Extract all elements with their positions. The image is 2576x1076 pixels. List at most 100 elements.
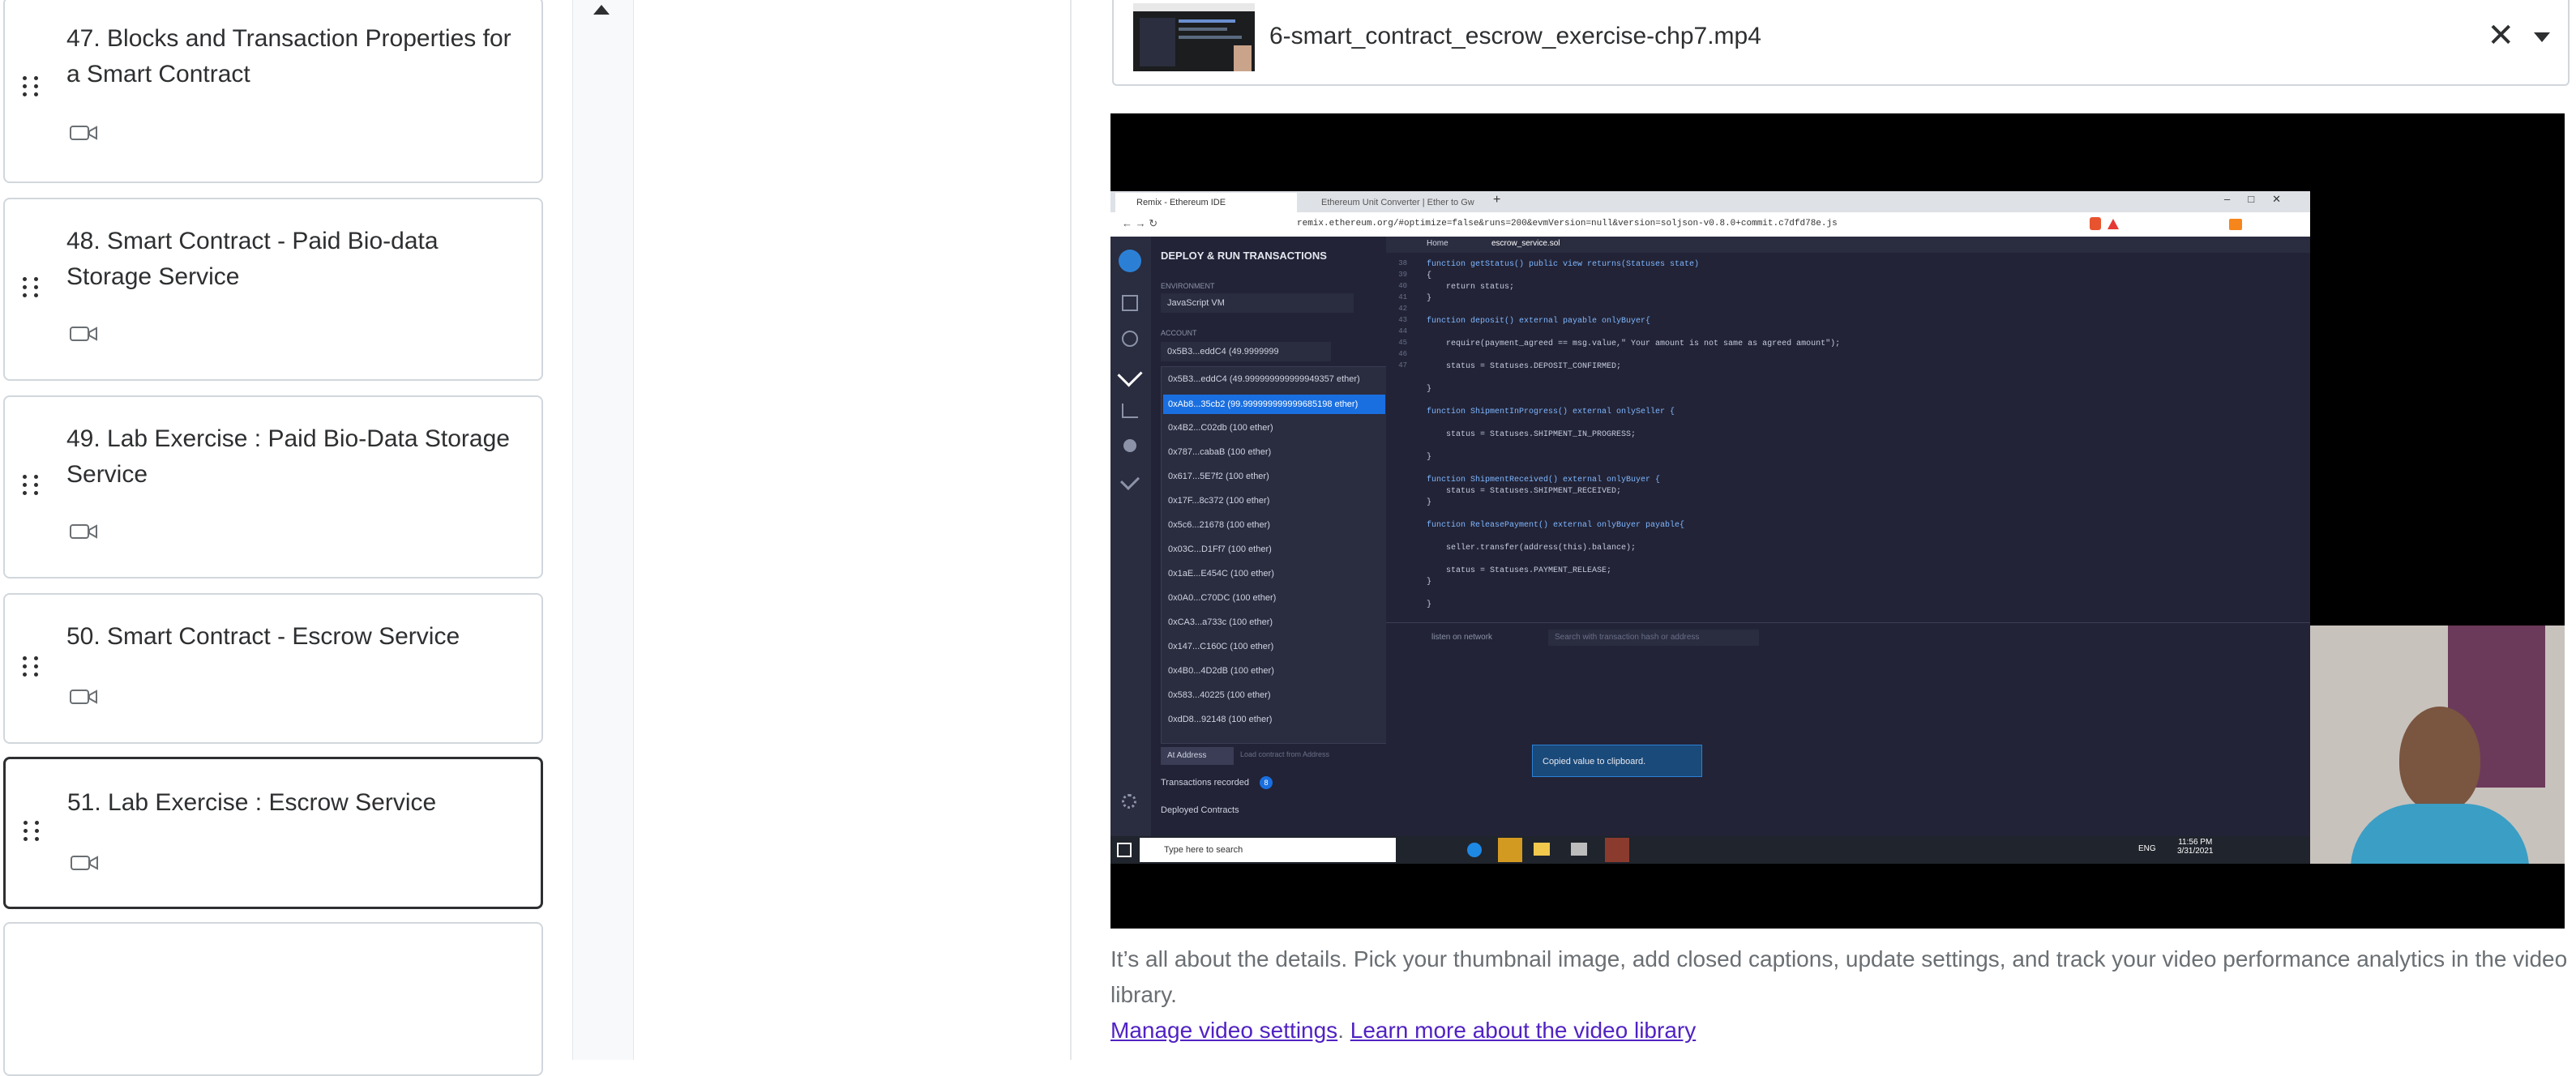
drag-handle-icon[interactable]	[24, 821, 41, 845]
lesson-card-48[interactable]: 48. Smart Contract - Paid Bio-data Storag…	[3, 198, 543, 381]
account-option[interactable]: 0x5c6...21678 (100 ether)	[1162, 516, 1270, 534]
file-explorer-icon[interactable]	[1534, 843, 1550, 856]
account-option[interactable]: 0x787...cabaB (100 ether)	[1162, 443, 1271, 461]
scroll-gutter[interactable]	[572, 0, 634, 1060]
lesson-title: 48. Smart Contract - Paid Bio-data Storag…	[66, 228, 439, 290]
brave-browser-icon[interactable]	[1605, 838, 1629, 862]
test-icon[interactable]	[1119, 470, 1140, 491]
browser-url: remix.ethereum.org/#optimize=false&runs=…	[1297, 219, 1838, 228]
browser-tab-bar: Remix - Ethereum IDE Ethereum Unit Conve…	[1110, 191, 2310, 212]
video-help-text: It’s all about the details. Pick your th…	[1110, 942, 2570, 1048]
line-gutter: 38 39 40 41 42 43 44 45 46 47	[1386, 253, 1410, 622]
line-number: 40	[1398, 282, 1407, 290]
scroll-up-icon[interactable]	[593, 5, 610, 15]
account-option[interactable]: 0x5B3...eddC4 (49.999999999999949357 eth…	[1162, 370, 1393, 388]
editor-tab-bar: Home escrow_service.sol	[1386, 237, 2310, 253]
drag-handle-icon[interactable]	[23, 76, 41, 100]
lesson-card-51[interactable]: 51. Lab Exercise : Escrow Service	[3, 757, 543, 909]
file-explorer-icon[interactable]	[1122, 295, 1138, 311]
at-address-button[interactable]: At Address	[1161, 747, 1234, 765]
account-option[interactable]: 0x583...40225 (100 ether)	[1162, 686, 1271, 704]
video-icon	[70, 524, 97, 539]
editor-home-tab[interactable]: Home	[1427, 239, 1448, 248]
line-number: 41	[1398, 293, 1407, 301]
code-line: }	[1427, 578, 1432, 587]
new-tab-icon: +	[1493, 193, 1501, 207]
account-option[interactable]: 0x4B2...C02db (100 ether)	[1162, 419, 1273, 437]
terminal-search-input[interactable]: Search with transaction hash or address	[1548, 630, 1759, 646]
line-number: 44	[1398, 327, 1407, 335]
line-number: 42	[1398, 305, 1407, 313]
account-option[interactable]: 0xdD8...92148 (100 ether)	[1162, 711, 1272, 728]
video-player[interactable]: Remix - Ethereum IDE Ethereum Unit Conve…	[1110, 113, 2565, 929]
code-line: status = Statuses.SHIPMENT_IN_PROGRESS;	[1427, 430, 1637, 439]
close-icon[interactable]: ✕	[2487, 19, 2514, 52]
account-option[interactable]: 0xCA3...a733c (100 ether)	[1162, 613, 1273, 631]
code-lines: function getStatus() public view returns…	[1427, 259, 2302, 611]
video-icon	[70, 690, 97, 704]
main-content: 6-smart_contract_escrow_exercise-chp7.mp…	[1072, 0, 2576, 1060]
metamask-icon	[2229, 219, 2242, 230]
video-icon	[71, 856, 98, 870]
app-icon[interactable]	[1571, 843, 1587, 856]
code-editor[interactable]: function getStatus() public view returns…	[1386, 253, 2310, 622]
manage-video-settings-link[interactable]: Manage video settings	[1110, 1018, 1337, 1043]
account-option[interactable]: 0x147...C160C (100 ether)	[1162, 638, 1273, 655]
code-line: return status;	[1427, 283, 1515, 292]
window-controls-icon: –□✕	[2224, 193, 2299, 205]
help-links: Manage video settings. Learn more about …	[1110, 1013, 2570, 1048]
windows-start-icon[interactable]	[1117, 843, 1132, 857]
video-thumbnail[interactable]	[1133, 3, 1255, 71]
line-number: 43	[1398, 316, 1407, 324]
account-option[interactable]: 0x1aE...E454C (100 ether)	[1162, 565, 1274, 583]
code-line: {	[1427, 271, 1432, 280]
account-option[interactable]: 0x03C...D1Ff7 (100 ether)	[1162, 540, 1272, 558]
video-icon	[70, 327, 97, 341]
brave-shield-icon	[2090, 217, 2101, 230]
line-number: 45	[1398, 339, 1407, 347]
drag-handle-icon[interactable]	[23, 277, 41, 301]
compiler-icon[interactable]	[1122, 331, 1138, 347]
lesson-card-49[interactable]: 49. Lab Exercise : Paid Bio-Data Storage…	[3, 395, 543, 579]
settings-gear-icon[interactable]	[1122, 794, 1136, 809]
code-line: status = Statuses.SHIPMENT_RECEIVED;	[1427, 487, 1622, 496]
transactions-count-badge: 8	[1260, 776, 1273, 789]
code-line: function ShipmentInProgress() external o…	[1427, 408, 1675, 416]
debugger-icon[interactable]	[1123, 439, 1136, 452]
help-description: It’s all about the details. Pick your th…	[1110, 946, 2568, 1007]
transactions-recorded-label[interactable]: Transactions recorded	[1161, 778, 1249, 788]
deployed-contracts-label[interactable]: Deployed Contracts	[1161, 805, 1239, 815]
load-contract-field: Load contract from Address	[1240, 750, 1330, 758]
account-option-selected[interactable]: 0xAb8...35cb2 (99.999999999999685198 eth…	[1163, 395, 1385, 414]
listen-on-network-label[interactable]: listen on network	[1431, 633, 1492, 642]
taskbar-search-box[interactable]: Type here to search	[1140, 838, 1396, 862]
sticky-notes-icon[interactable]	[1498, 838, 1522, 862]
lesson-title: 49. Lab Exercise : Paid Bio-Data Storage…	[66, 425, 510, 488]
account-option[interactable]: 0x0A0...C70DC (100 ether)	[1162, 589, 1276, 607]
account-select[interactable]: 0x5B3...eddC4 (49.9999999	[1161, 342, 1331, 361]
drag-handle-icon[interactable]	[23, 656, 41, 681]
analytics-icon[interactable]	[1122, 404, 1138, 418]
account-option[interactable]: 0x4B0...4D2dB (100 ether)	[1162, 662, 1274, 680]
editor-file-tab[interactable]: escrow_service.sol	[1491, 239, 1560, 248]
edge-icon[interactable]	[1467, 843, 1482, 857]
code-line: }	[1427, 600, 1432, 609]
learn-more-link[interactable]: Learn more about the video library	[1350, 1018, 1696, 1043]
chevron-down-icon[interactable]	[2534, 32, 2550, 42]
code-line: function deposit() external payable only…	[1427, 317, 1651, 326]
account-option[interactable]: 0x17F...8c372 (100 ether)	[1162, 492, 1269, 510]
lesson-card-50[interactable]: 50. Smart Contract - Escrow Service	[3, 593, 543, 744]
drag-handle-icon[interactable]	[23, 475, 41, 499]
environment-select[interactable]: JavaScript VM	[1161, 293, 1354, 313]
account-option[interactable]: 0x617...5E7f2 (100 ether)	[1162, 468, 1269, 485]
deploy-icon[interactable]	[1117, 361, 1143, 387]
lesson-card-47[interactable]: 47. Blocks and Transaction Properties fo…	[3, 0, 543, 183]
remix-terminal: listen on network Search with transactio…	[1386, 622, 2310, 837]
